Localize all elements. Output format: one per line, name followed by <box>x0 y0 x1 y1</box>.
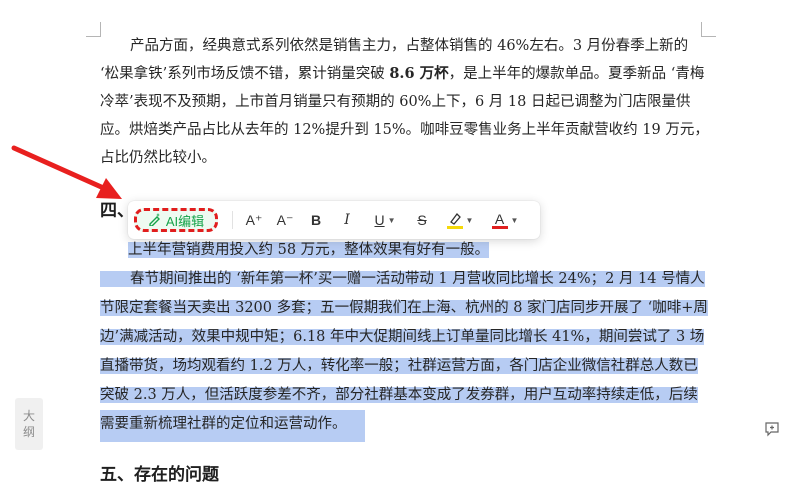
marketing-para-line-1[interactable]: 春节期间推出的 ‘新年第一杯’买一赠一活动带动 1 月营收同比增长 24%；2 … <box>100 265 705 293</box>
font-color-button[interactable]: A ▼ <box>488 210 522 230</box>
floating-format-toolbar: AI编辑 A⁺ A⁻ B I U ▼ S ▼ A ▼ <box>128 201 540 239</box>
chevron-down-icon: ▼ <box>465 215 474 225</box>
bold-sales-figure: 8.6 万杯 <box>389 65 449 82</box>
font-color-icon: A <box>491 212 508 229</box>
page-corner-mark-left <box>86 22 101 37</box>
highlighter-icon <box>446 212 463 229</box>
product-line-2: ‘松果拿铁’系列市场反馈不错，累计销量突破 8.6 万杯，是上半年的爆款单品。夏… <box>100 65 705 82</box>
chevron-down-icon: ▼ <box>387 215 396 225</box>
product-line-4: 应。烘焙类产品占比从去年的 12%提升到 15%。咖啡豆零售业务上半年贡献营收约… <box>100 122 709 138</box>
italic-button[interactable]: I <box>337 210 357 230</box>
marketing-para-line-6[interactable]: 需要重新梳理社群的定位和运营动作。 <box>100 410 365 442</box>
underline-button[interactable]: U ▼ <box>370 210 400 230</box>
product-paragraph: 产品方面，经典意式系列依然是销售主力，占整体销售的 46%左右。3 月份春季上新… <box>100 32 709 172</box>
ai-edit-label: AI编辑 <box>165 213 205 229</box>
ai-edit-button[interactable]: AI编辑 <box>134 208 218 232</box>
chevron-down-icon: ▼ <box>510 215 519 225</box>
product-line-1: 产品方面，经典意式系列依然是销售主力，占整体销售的 46%左右。3 月份春季上新… <box>130 38 689 54</box>
font-color-bar <box>491 225 508 229</box>
product-line-5: 占比仍然比较小。 <box>100 150 216 166</box>
bold-button[interactable]: B <box>306 210 326 230</box>
marketing-para-line-4[interactable]: 直播带货，场均观看约 1.2 万人，转化率一般；社群运营方面，各门店企业微信社群… <box>100 352 698 380</box>
comment-add-icon[interactable] <box>764 421 780 441</box>
marketing-line-1[interactable]: 上半年营销费用投入约 58 万元，整体效果有好有一般。 <box>128 236 490 264</box>
toolbar-divider <box>232 211 233 229</box>
highlight-color-button[interactable]: ▼ <box>443 210 477 230</box>
increase-font-size-button[interactable]: A⁺ <box>243 210 265 230</box>
marketing-para-line-2[interactable]: 节限定套餐当天卖出 3200 多套；五一假期我们在上海、杭州的 8 家门店同步开… <box>100 294 708 322</box>
sparkle-pen-icon <box>148 212 162 229</box>
section-heading-5: 五、存在的问题 <box>100 465 219 485</box>
marketing-para-line-3[interactable]: 边’满减活动，效果中规中矩；6.18 年中大促期间线上订单量同比增长 41%，期… <box>100 323 705 351</box>
strikethrough-button[interactable]: S <box>412 210 432 230</box>
outline-tab[interactable]: 大 纲 <box>15 398 43 450</box>
product-line-3: 冷萃’表现不及预期，上市首月销量只有预期的 60%上下，6 月 18 日起已调整… <box>100 94 691 110</box>
decrease-font-size-button[interactable]: A⁻ <box>274 210 296 230</box>
highlight-color-bar <box>446 225 463 229</box>
marketing-para-line-5[interactable]: 突破 2.3 万人，但活跃度参差不齐，部分社群基本变成了发券群，用户互动率持续走… <box>100 381 698 409</box>
page-corner-mark-right <box>701 22 716 37</box>
